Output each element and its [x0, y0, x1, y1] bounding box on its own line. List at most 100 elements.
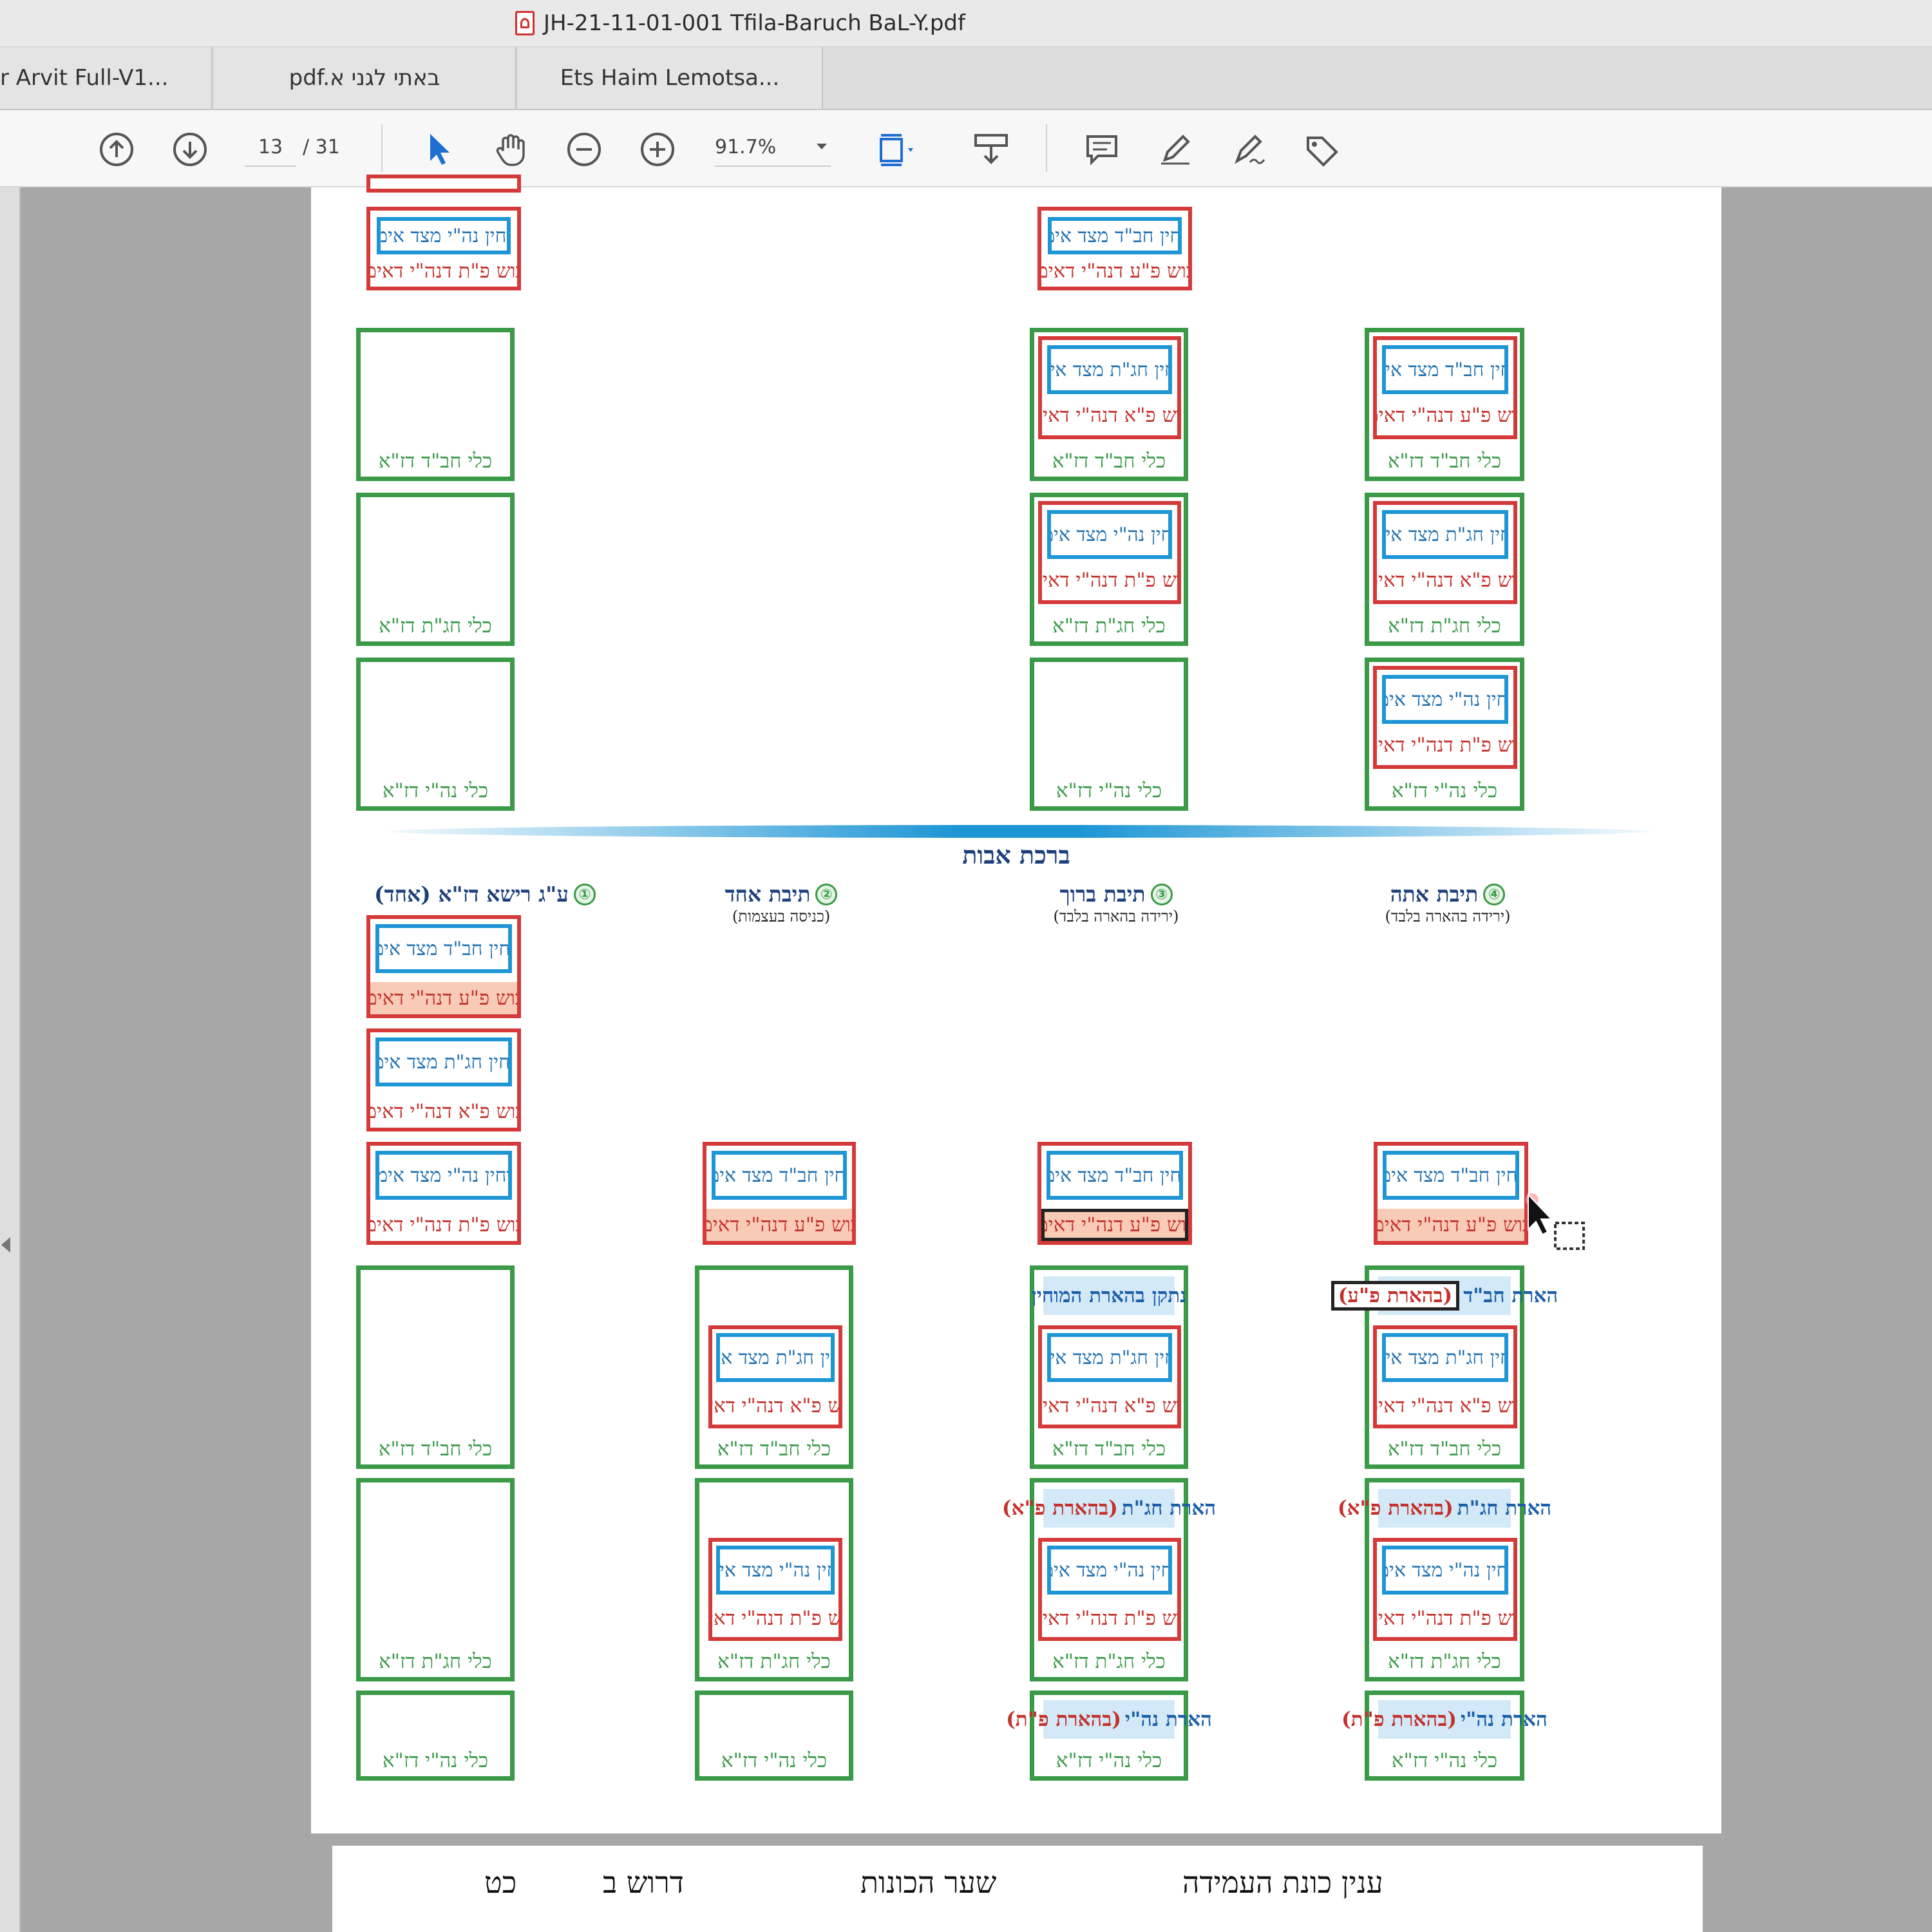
levush-box: מוחין חב"ד מצד אימא לבוש פ"ע דנה"י דאימא — [703, 1142, 856, 1245]
kli-box: הארת נה"י (בהארת פ"ת) כלי נה"י דז"א — [1341, 1690, 1548, 1781]
column-title: תיבת ברוך — [1059, 882, 1146, 907]
levush-label: לבוש פ"ע דנה"י דאימא — [370, 982, 517, 1014]
column-number-badge: ② — [815, 884, 838, 905]
kli-label: כלי נה"י דז"א — [382, 779, 489, 802]
mochin-label: מוחין חב"ד מצד אימא — [1052, 224, 1182, 247]
levush-box: מוחין נה"י מצד אימא לבוש פ"ת דנה"י דאימא — [366, 207, 521, 290]
levush-label: לבוש פ"א דנה"י דאימא — [712, 1394, 838, 1417]
kli-label: כלי חג"ת דז"א — [1388, 614, 1501, 638]
levush-box: מוחין חב"ד מצד אימא לבוש פ"ע דנה"י דאימא — [366, 915, 521, 1018]
kli-label: כלי נה"י דז"א — [382, 1749, 489, 1772]
mouse-cursor-icon — [1520, 1189, 1591, 1263]
highlight-label: הארת נה"י (בהארת פ"ת) — [1341, 1700, 1548, 1739]
kli-box: מוחין נה"י מצד אימא לבוש פ"ת דנה"י דאימא… — [1365, 658, 1524, 811]
tab-arvit[interactable]: r Arvit Full-V1... — [0, 47, 213, 109]
kli-label: כלי חג"ת דז"א — [1388, 1650, 1501, 1673]
levush-label: לבוש פ"א דנה"י דאימא — [1042, 1394, 1177, 1417]
levush-label: לבוש פ"א דנה"י דאימא — [1377, 1394, 1513, 1417]
kli-box: כלי חב"ד דז"א — [356, 1265, 515, 1469]
sign-icon[interactable] — [1229, 129, 1269, 169]
fit-page-icon[interactable] — [876, 129, 934, 169]
mochin-chabad-box: מוחין חב"ד מצד אימא — [1382, 345, 1508, 394]
mochin-nehi-box: מוחין נה"י מצד אימא — [375, 1151, 512, 1200]
hand-tool-icon[interactable] — [491, 129, 531, 169]
more-tools-icon[interactable] — [1302, 129, 1342, 169]
zoom-level-select[interactable]: 91.7% — [715, 128, 831, 167]
levush-box: מוחין חב"ד מצד אימא לבוש פ"ע דנה"י דאימא — [1374, 1142, 1528, 1245]
levush-box: מוחין נה"י מצד אימא לבוש פ"ת דנה"י דאימא — [1373, 666, 1517, 769]
kli-box: כלי נה"י דז"א — [356, 1690, 515, 1781]
highlight-sub-selected: (בהארת פ"ע) — [1331, 1281, 1460, 1311]
mochin-label: מוחין חב"ד מצד אימא — [379, 937, 511, 960]
column-subtitle: (ירידה בהארה בלבד) — [1053, 907, 1179, 925]
kli-label: כלי חב"ד דז"א — [1387, 450, 1502, 473]
kli-box: מוחין נה"י מצד אימא לבוש פ"ת דנה"י דאימא… — [695, 1478, 853, 1681]
kli-label: כלי נה"י דז"א — [1391, 779, 1498, 802]
levush-label: לבוש פ"ת דנה"י דאימא — [1042, 569, 1177, 592]
levush-label: לבוש פ"ת דנה"י דאימא — [1377, 1607, 1513, 1630]
mochin-label: מוחין נה"י מצד אימא — [1051, 523, 1172, 546]
kli-box: מוחין חג"ת מצד אימא לבוש פ"א דנה"י דאימא… — [695, 1265, 853, 1469]
levush-box: מוחין חג"ת מצד אימא לבוש פ"א דנה"י דאימא — [366, 1028, 521, 1132]
levush-box: מוחין חב"ד מצד אימא לבוש פ"ע דנה"י דאימא — [1037, 1142, 1192, 1245]
chevron-left-icon[interactable] — [1, 1237, 10, 1253]
prev-page-icon[interactable] — [97, 129, 137, 169]
highlight-sub: (בהארת פ"א) — [1001, 1497, 1118, 1520]
tab-baati-legani[interactable]: pdf.באתי לגני א — [214, 47, 516, 109]
mochin-label: מוחין חב"ד מצד אימא — [1385, 358, 1504, 381]
mochin-nehi-box: מוחין נה"י מצד אימא — [377, 217, 511, 254]
kli-box: הארת חג"ת(בהארת פ"א) מוחין נה"י מצד אימא… — [1338, 1478, 1551, 1681]
highlight-label: נתקן בהארת המוחין — [1032, 1276, 1186, 1315]
tab-ets-haim[interactable]: Ets Haim Lemotsa... — [518, 47, 823, 109]
kli-box: כלי חב"ד דז"א — [356, 328, 515, 481]
page-number-input[interactable]: 13 — [245, 128, 296, 167]
highlight-pen-icon[interactable] — [1155, 129, 1195, 169]
comment-icon[interactable] — [1082, 129, 1122, 169]
levush-label: לבוש פ"ע דנה"י דאימא — [1378, 1209, 1524, 1241]
levush-box: מוחין נה"י מצד אימא לבוש פ"ת דנה"י דאימא — [1038, 1538, 1181, 1641]
levush-label: לבוש פ"ע דנה"י דאימא — [1041, 1209, 1188, 1241]
mochin-label: מוחין נה"י מצד אימא — [1386, 1558, 1508, 1582]
pdf-page-next: ענין כונת העמידה שער הכונות דרוש ב כט — [332, 1846, 1703, 1932]
mochin-label: מוחין חג"ת מצד אימא — [1050, 358, 1168, 381]
kli-label: כלי חג"ת דז"א — [717, 1650, 831, 1673]
levush-box: מוחין נה"י מצד אימא לבוש פ"ת דנה"י דאימא — [708, 1538, 842, 1641]
pdf-page: מוחין נה"י מצד אימא לבוש פ"ת דנה"י דאימא… — [311, 175, 1721, 1833]
mochin-label: מוחין חג"ת מצד אימא — [1050, 1346, 1168, 1369]
mochin-label: מוחין נה"י מצד אימא — [377, 224, 507, 247]
column-title: ע"ג רישא דז"א (אחד) — [374, 882, 569, 907]
mochin-chabad-box: מוחין חב"ד מצד אימא — [375, 924, 512, 973]
levush-label: לבוש פ"ת דנה"י דאימא — [1377, 734, 1513, 757]
levush-box: מוחין נה"י מצד אימא לבוש פ"ת דנה"י דאימא — [1373, 1538, 1517, 1641]
mochin-chabad-box: מוחין חב"ד מצד אימא — [1383, 1151, 1519, 1200]
zoom-out-icon[interactable] — [564, 129, 604, 169]
mochin-nehi-box: מוחין נה"י מצד אימא — [1382, 675, 1508, 724]
select-arrow-icon[interactable] — [417, 129, 457, 169]
scroll-mode-icon[interactable] — [971, 129, 1011, 169]
mochin-label: מוחין נה"י מצד אימא — [719, 1558, 831, 1582]
kli-box: מוחין חג"ת מצד אימא לבוש פ"א דנה"י דאימא… — [1365, 493, 1524, 646]
cropped-levush-box — [366, 175, 521, 193]
highlight-main: הארת נה"י — [1125, 1708, 1212, 1731]
column-title: תיבת אתה — [1390, 882, 1479, 907]
left-side-panel-toggle[interactable] — [0, 187, 21, 1932]
levush-box: מוחין חג"ת מצד אימא לבוש פ"א דנה"י דאימא — [1038, 336, 1181, 439]
column-header-3: ③ תיבת ברוך (ירידה בהארה בלבד) — [1019, 882, 1213, 926]
column-header-4: ④ תיבת אתה (ירידה בהארה בלבד) — [1367, 882, 1528, 926]
zoom-in-icon[interactable] — [638, 129, 677, 169]
mochin-label: מוחין חג"ת מצד אימא — [1385, 1346, 1504, 1369]
column-title: תיבת אחד — [724, 882, 811, 907]
tab-label: pdf.באתי לגני א — [289, 65, 440, 91]
chevron-down-icon[interactable] — [817, 144, 827, 149]
mochin-label: מוחין נה"י מצד אימא — [1051, 1558, 1172, 1582]
highlight-sub: (בהארת פ"א) — [1337, 1497, 1454, 1520]
mochin-chagat-box: מוחין חג"ת מצד אימא — [1382, 510, 1508, 559]
levush-box: מוחין חג"ת מצד אימא לבוש פ"א דנה"י דאימא — [1373, 1325, 1517, 1428]
levush-label: לבוש פ"ת דנה"י דאימא — [370, 1213, 517, 1236]
running-header-right: ענין כונת העמידה — [1182, 1865, 1383, 1900]
window-title: JH-21-11-01-001 Tfila-Baruch BaL-Y.pdf — [515, 8, 965, 39]
kli-box: מוחין חג"ת מצד אימא לבוש פ"א דנה"י דאימא… — [1030, 328, 1188, 481]
next-page-icon[interactable] — [170, 129, 210, 169]
section-divider — [388, 825, 1651, 838]
mochin-chagat-box: מוחין חג"ת מצד אימא — [1047, 1333, 1172, 1382]
